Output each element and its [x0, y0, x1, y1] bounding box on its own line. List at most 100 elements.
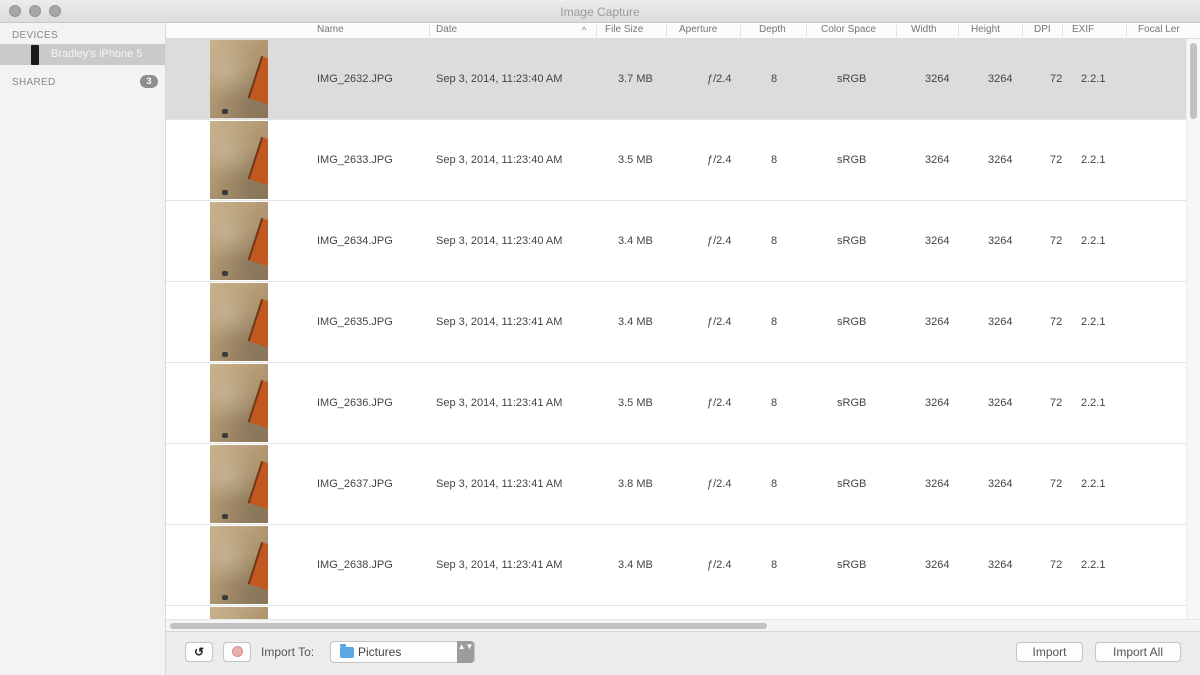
cell-dpi: 72	[1050, 73, 1063, 85]
import-all-button[interactable]: Import All	[1095, 642, 1181, 662]
table-row[interactable]: IMG_2634.JPG Sep 3, 2014, 11:23:40 AM 3.…	[166, 201, 1186, 282]
import-button[interactable]: Import	[1016, 642, 1083, 662]
image-thumbnail[interactable]	[210, 607, 268, 619]
delete-button[interactable]	[223, 642, 251, 662]
sidebar-item-device[interactable]: Bradley's iPhone 5	[0, 44, 165, 65]
cell-dpi: 72	[1050, 154, 1063, 166]
shared-heading[interactable]: SHARED	[12, 77, 55, 88]
column-header-width[interactable]: Width	[911, 24, 937, 35]
vertical-scroll-thumb[interactable]	[1190, 43, 1197, 119]
image-thumbnail[interactable]	[210, 526, 268, 604]
delete-icon	[231, 646, 243, 657]
column-separator[interactable]	[429, 25, 430, 37]
table-row[interactable]: IMG_2638.JPG Sep 3, 2014, 11:23:41 AM 3.…	[166, 525, 1186, 606]
table-row[interactable]: IMG_2636.JPG Sep 3, 2014, 11:23:41 AM 3.…	[166, 363, 1186, 444]
column-separator[interactable]	[1062, 25, 1063, 37]
cell-exif: 2.2.1	[1081, 235, 1106, 247]
cell-depth: 8	[771, 559, 778, 571]
cell-depth: 8	[771, 73, 778, 85]
cell-aperture: ƒ/2.4	[707, 559, 732, 571]
column-separator[interactable]	[1126, 25, 1127, 37]
image-thumbnail[interactable]	[210, 121, 268, 199]
image-list: IMG_2632.JPG Sep 3, 2014, 11:23:40 AM 3.…	[166, 39, 1186, 619]
column-header-height[interactable]: Height	[971, 24, 1000, 35]
title-bar: Image Capture	[0, 0, 1200, 23]
cell-exif: 2.2.1	[1081, 478, 1106, 490]
cell-depth: 8	[771, 478, 778, 490]
cell-name: IMG_2638.JPG	[317, 559, 393, 571]
cell-width: 3264	[925, 559, 950, 571]
folder-icon	[340, 644, 354, 658]
image-thumbnail[interactable]	[210, 445, 268, 523]
column-separator[interactable]	[596, 25, 597, 37]
devices-heading: DEVICES	[12, 30, 59, 41]
cell-height: 3264	[988, 154, 1013, 166]
column-header-name[interactable]: Name	[317, 24, 344, 35]
cell-width: 3264	[925, 73, 950, 85]
column-separator[interactable]	[958, 25, 959, 37]
column-header-focal-length[interactable]: Focal Ler	[1138, 24, 1180, 35]
cell-exif: 2.2.1	[1081, 559, 1106, 571]
cell-file-size: 3.7 MB	[618, 73, 653, 85]
column-separator[interactable]	[896, 25, 897, 37]
horizontal-scroll-thumb[interactable]	[170, 623, 767, 629]
import-to-label: Import To:	[261, 645, 315, 659]
import-destination-select[interactable]: Pictures ▲▼	[330, 641, 475, 663]
cell-height: 3264	[988, 559, 1013, 571]
cell-aperture: ƒ/2.4	[707, 235, 732, 247]
cell-dpi: 72	[1050, 235, 1063, 247]
image-thumbnail[interactable]	[210, 202, 268, 280]
rotate-icon: ↺	[193, 645, 205, 659]
table-row[interactable]: IMG_2632.JPG Sep 3, 2014, 11:23:40 AM 3.…	[166, 39, 1186, 120]
cell-width: 3264	[925, 397, 950, 409]
iphone-icon	[31, 45, 39, 65]
image-thumbnail[interactable]	[210, 40, 268, 118]
cell-name: IMG_2637.JPG	[317, 478, 393, 490]
column-header-date[interactable]: Date	[436, 24, 457, 35]
cell-depth: 8	[771, 235, 778, 247]
cell-aperture: ƒ/2.4	[707, 73, 732, 85]
cell-aperture: ƒ/2.4	[707, 478, 732, 490]
cell-date: Sep 3, 2014, 11:23:40 AM	[436, 73, 563, 85]
cell-file-size: 3.4 MB	[618, 235, 653, 247]
cell-height: 3264	[988, 235, 1013, 247]
cell-color-space: sRGB	[837, 235, 867, 247]
cell-aperture: ƒ/2.4	[707, 154, 732, 166]
window-title: Image Capture	[560, 5, 640, 19]
column-header-file-size[interactable]: File Size	[605, 24, 643, 35]
table-row[interactable]	[166, 606, 1186, 619]
vertical-scrollbar[interactable]	[1186, 39, 1200, 619]
table-row[interactable]: IMG_2637.JPG Sep 3, 2014, 11:23:41 AM 3.…	[166, 444, 1186, 525]
cell-width: 3264	[925, 478, 950, 490]
horizontal-scrollbar[interactable]	[166, 619, 1200, 631]
rotate-left-button[interactable]: ↺	[185, 642, 213, 662]
column-header-dpi[interactable]: DPI	[1034, 24, 1051, 35]
cell-exif: 2.2.1	[1081, 316, 1106, 328]
column-header-exif[interactable]: EXIF	[1072, 24, 1094, 35]
cell-color-space: sRGB	[837, 73, 867, 85]
cell-exif: 2.2.1	[1081, 397, 1106, 409]
column-header-depth[interactable]: Depth	[759, 24, 786, 35]
sort-ascending-icon: ^	[582, 25, 587, 35]
cell-height: 3264	[988, 73, 1013, 85]
cell-depth: 8	[771, 154, 778, 166]
table-row[interactable]: IMG_2635.JPG Sep 3, 2014, 11:23:41 AM 3.…	[166, 282, 1186, 363]
column-header-aperture[interactable]: Aperture	[679, 24, 717, 35]
cell-color-space: sRGB	[837, 559, 867, 571]
cell-file-size: 3.5 MB	[618, 397, 653, 409]
column-header-color-space[interactable]: Color Space	[821, 24, 876, 35]
cell-date: Sep 3, 2014, 11:23:41 AM	[436, 559, 563, 571]
table-row[interactable]: IMG_2633.JPG Sep 3, 2014, 11:23:40 AM 3.…	[166, 120, 1186, 201]
column-separator[interactable]	[1022, 25, 1023, 37]
image-thumbnail[interactable]	[210, 364, 268, 442]
cell-date: Sep 3, 2014, 11:23:41 AM	[436, 316, 563, 328]
column-separator[interactable]	[740, 25, 741, 37]
column-separator[interactable]	[666, 25, 667, 37]
image-capture-window: Image Capture DEVICES Bradley's iPhone 5…	[0, 0, 1200, 675]
cell-file-size: 3.4 MB	[618, 316, 653, 328]
cell-date: Sep 3, 2014, 11:23:40 AM	[436, 235, 563, 247]
column-separator[interactable]	[806, 25, 807, 37]
cell-depth: 8	[771, 397, 778, 409]
table-header: Name Date ^ File Size Aperture Depth Col…	[166, 23, 1200, 39]
image-thumbnail[interactable]	[210, 283, 268, 361]
